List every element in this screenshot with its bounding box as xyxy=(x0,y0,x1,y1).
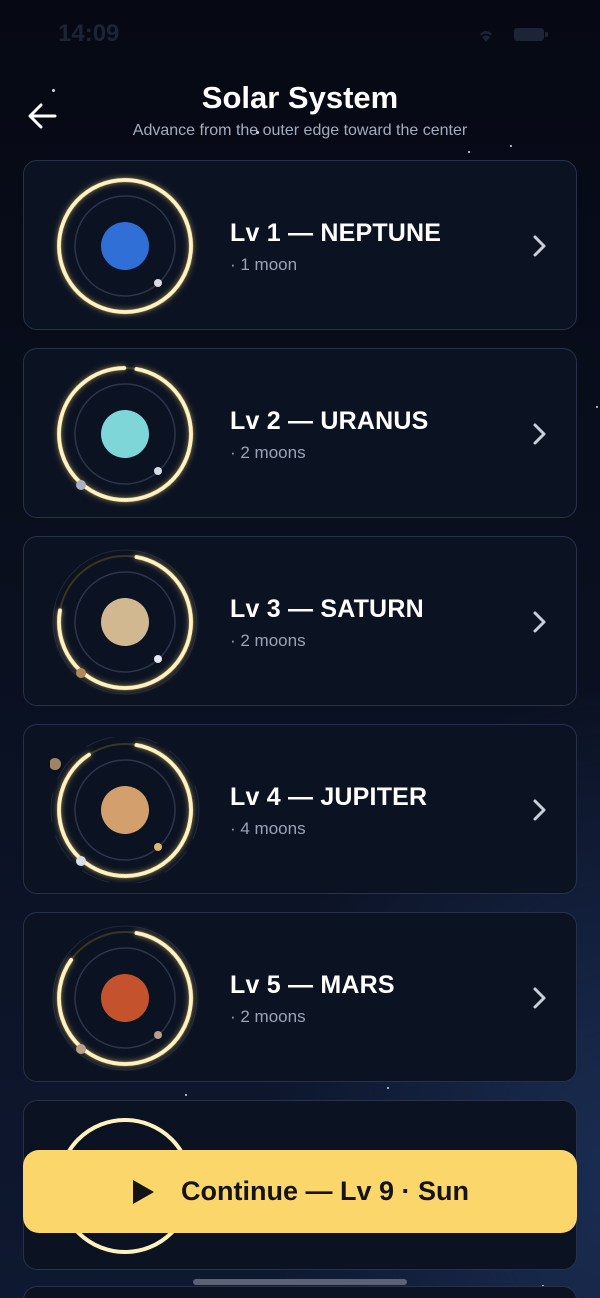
moon xyxy=(154,467,162,475)
moon xyxy=(76,668,86,678)
level-title: Lv 3 — SATURN xyxy=(230,595,424,623)
page-title: Solar System xyxy=(201,80,399,115)
chevron-right-icon xyxy=(533,423,546,445)
wifi-icon xyxy=(480,31,492,42)
planet-saturn xyxy=(101,598,149,646)
chevron-right-icon xyxy=(533,235,546,257)
moon xyxy=(76,1044,86,1054)
orbit-graphic xyxy=(50,549,200,695)
continue-button-content: Continue — Lv 9 · Sun xyxy=(131,1176,469,1207)
level-card-uranus[interactable]: Lv 2 — URANUS · 2 moons xyxy=(23,348,577,518)
orbit-graphic xyxy=(50,173,200,319)
home-indicator[interactable] xyxy=(193,1279,407,1285)
header: Solar System Advance from the outer edge… xyxy=(0,78,600,148)
level-card-mars[interactable]: Lv 5 — MARS · 2 moons xyxy=(23,912,577,1082)
moon xyxy=(50,758,61,770)
battery-icon xyxy=(514,28,544,41)
moon xyxy=(154,843,162,851)
planet-neptune xyxy=(101,222,149,270)
status-icons xyxy=(480,28,548,42)
moon xyxy=(154,655,162,663)
planet-jupiter xyxy=(101,786,149,834)
level-moon-count: · 1 moon xyxy=(230,255,298,274)
level-title: Lv 2 — URANUS xyxy=(230,407,429,435)
moon xyxy=(76,856,86,866)
planet-uranus xyxy=(101,410,149,458)
level-title: Lv 5 — MARS xyxy=(230,971,395,999)
star xyxy=(468,151,470,153)
level-card-neptune[interactable]: Lv 1 — NEPTUNE · 1 moon xyxy=(23,160,577,330)
level-title: Lv 1 — NEPTUNE xyxy=(230,219,442,247)
chevron-right-icon xyxy=(533,799,546,821)
moon xyxy=(154,1031,162,1039)
moon xyxy=(154,279,162,287)
level-moon-count: · 2 moons xyxy=(230,631,306,650)
chevron-right-icon xyxy=(533,611,546,633)
level-moon-count: · 4 moons xyxy=(230,819,306,838)
continue-button[interactable]: Continue — Lv 9 · Sun xyxy=(23,1150,577,1233)
star xyxy=(596,406,598,408)
level-title: Lv 4 — JUPITER xyxy=(230,783,428,811)
level-list: Lv 1 — NEPTUNE · 1 moon Lv 2 — URANUS · … xyxy=(23,160,577,1100)
level-moon-count: · 2 moons xyxy=(230,443,306,462)
level-card-peek[interactable] xyxy=(23,1286,577,1298)
continue-button-label: Continue — Lv 9 · Sun xyxy=(181,1176,469,1206)
level-card-saturn[interactable]: Lv 3 — SATURN · 2 moons xyxy=(23,536,577,706)
play-icon xyxy=(133,1179,154,1204)
orbit-graphic xyxy=(50,925,200,1071)
level-card-jupiter[interactable]: Lv 4 — JUPITER · 4 moons xyxy=(23,724,577,894)
page-subtitle: Advance from the outer edge toward the c… xyxy=(132,122,468,139)
status-bar: 14:09 xyxy=(0,0,600,70)
orbit-graphic xyxy=(50,361,200,507)
level-moon-count: · 2 moons xyxy=(230,1007,306,1026)
orbit-graphic xyxy=(50,737,200,883)
planet-mars xyxy=(101,974,149,1022)
status-time: 14:09 xyxy=(58,20,120,47)
moon xyxy=(76,480,86,490)
chevron-right-icon xyxy=(533,987,546,1009)
